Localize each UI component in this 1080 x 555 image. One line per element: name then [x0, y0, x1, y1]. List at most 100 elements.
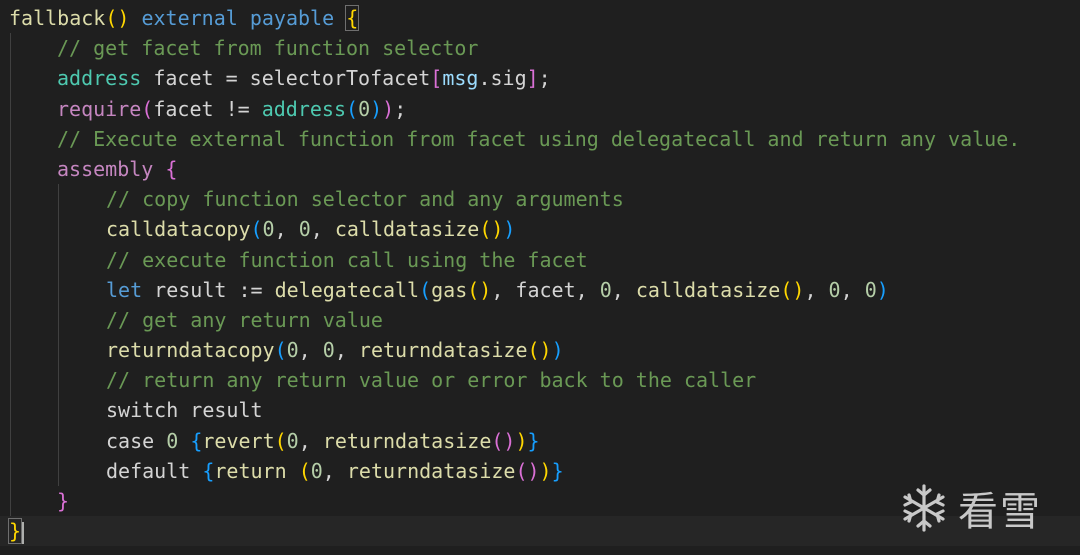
code-line-3[interactable]: address facet = selectorTofacet[msg.sig]…: [0, 63, 1080, 93]
case-keyword: case: [106, 428, 155, 453]
msg-variable: msg: [442, 66, 479, 91]
code-line-5[interactable]: // Execute external function from facet …: [0, 124, 1080, 154]
code-line-6[interactable]: assembly {: [0, 154, 1080, 184]
comment: // Execute external function from facet …: [57, 126, 1021, 151]
paren-open: (: [250, 217, 263, 242]
paren-open: (: [780, 277, 793, 302]
comma: ,: [310, 217, 335, 242]
paren-open: (: [346, 96, 359, 121]
paren-open: (: [467, 277, 480, 302]
statement-text: facet = selectorTofacet: [141, 66, 431, 91]
paren-open: (: [274, 338, 287, 363]
number: 0: [298, 217, 311, 242]
function-call: returndatasize: [322, 428, 492, 453]
comment: // return any return value or error back…: [106, 368, 757, 393]
function-call: returndatacopy: [106, 338, 275, 363]
paren-open: (: [515, 458, 528, 483]
default-keyword: default: [106, 458, 191, 483]
number: 0: [262, 217, 275, 242]
brace-close: }: [57, 489, 70, 513]
function-call: delegatecall: [274, 277, 420, 302]
code-line-8[interactable]: calldatacopy(0, 0, calldatasize()): [0, 214, 1080, 244]
paren-close: ): [503, 217, 516, 242]
paren-close: ): [370, 96, 383, 121]
code-line-12[interactable]: returndatacopy(0, 0, returndatasize()): [0, 335, 1080, 365]
modifier-external: external: [141, 6, 238, 30]
function-call: revert: [202, 428, 275, 453]
paren-open: (: [479, 217, 492, 242]
watermark: 看雪: [898, 479, 1042, 537]
number: 0: [310, 458, 323, 483]
semicolon: ;: [538, 66, 551, 91]
comma: ,: [611, 277, 636, 302]
paren-open: (: [527, 338, 540, 363]
snowflake-icon: [903, 484, 945, 532]
member-access: .sig: [478, 66, 527, 91]
function-call: return: [214, 458, 287, 483]
modifier-payable: payable: [249, 6, 335, 30]
comment: // execute function call using the facet: [106, 247, 588, 272]
paren-open: (: [274, 428, 287, 453]
code-line-15[interactable]: case 0 {revert(0, returndatasize())}: [0, 426, 1080, 456]
comment: // get any return value: [106, 307, 383, 332]
brace-close: }: [551, 458, 564, 483]
code-line-1[interactable]: fallback() external payable {: [0, 3, 1080, 33]
brace-open: {: [190, 428, 203, 453]
paren-close: ): [117, 6, 130, 30]
code-line-9[interactable]: // execute function call using the facet: [0, 245, 1080, 275]
function-call: returndatasize: [358, 338, 528, 363]
brace-open: {: [165, 156, 178, 181]
number: 0: [322, 338, 335, 363]
function-call: calldatasize: [635, 277, 781, 302]
type-keyword: address: [261, 96, 347, 121]
comma: ,: [298, 428, 323, 453]
code-area[interactable]: fallback() external payable { // get fac…: [0, 3, 1080, 547]
number: 0: [286, 338, 299, 363]
comma: ,: [840, 277, 865, 302]
paren-open: (: [298, 458, 311, 483]
code-line-11[interactable]: // get any return value: [0, 305, 1080, 335]
code-line-10[interactable]: let result := delegatecall(gas(), facet,…: [0, 275, 1080, 305]
matched-brace-open: {: [345, 5, 360, 31]
number: 0: [286, 428, 299, 453]
paren-close: ): [876, 277, 889, 302]
argument-text: , facet,: [491, 277, 600, 302]
paren-open: (: [141, 96, 154, 121]
code-editor[interactable]: fallback() external payable { // get fac…: [0, 0, 1080, 555]
comma: ,: [274, 217, 299, 242]
function-call: gas: [431, 277, 468, 302]
assembly-keyword: assembly: [57, 156, 154, 181]
bracket-open: [: [430, 66, 443, 91]
comma: ,: [298, 338, 323, 363]
number: 0: [828, 277, 841, 302]
code-line-4[interactable]: require(facet != address(0));: [0, 94, 1080, 124]
semicolon: ;: [394, 96, 407, 121]
code-line-2[interactable]: // get facet from function selector: [0, 33, 1080, 63]
text-cursor: [22, 521, 25, 544]
comment: // copy function selector and any argume…: [106, 187, 624, 212]
function-name: fallback: [9, 6, 106, 30]
paren-open: (: [419, 277, 432, 302]
code-line-14[interactable]: switch result: [0, 395, 1080, 425]
paren-close: ): [539, 338, 552, 363]
number: 0: [864, 277, 877, 302]
code-line-7[interactable]: // copy function selector and any argume…: [0, 184, 1080, 214]
comma: ,: [804, 277, 829, 302]
paren-close: ): [527, 458, 540, 483]
let-keyword: let: [106, 277, 143, 302]
type-keyword: address: [57, 66, 142, 91]
condition-text: facet !=: [153, 96, 262, 121]
comma: ,: [322, 458, 347, 483]
paren-close: ): [792, 277, 805, 302]
code-line-13[interactable]: // return any return value or error back…: [0, 365, 1080, 395]
paren-open: (: [105, 6, 118, 30]
paren-close: ): [382, 96, 395, 121]
paren-close: ): [539, 458, 552, 483]
number: 0: [358, 96, 371, 121]
paren-close: ): [491, 217, 504, 242]
